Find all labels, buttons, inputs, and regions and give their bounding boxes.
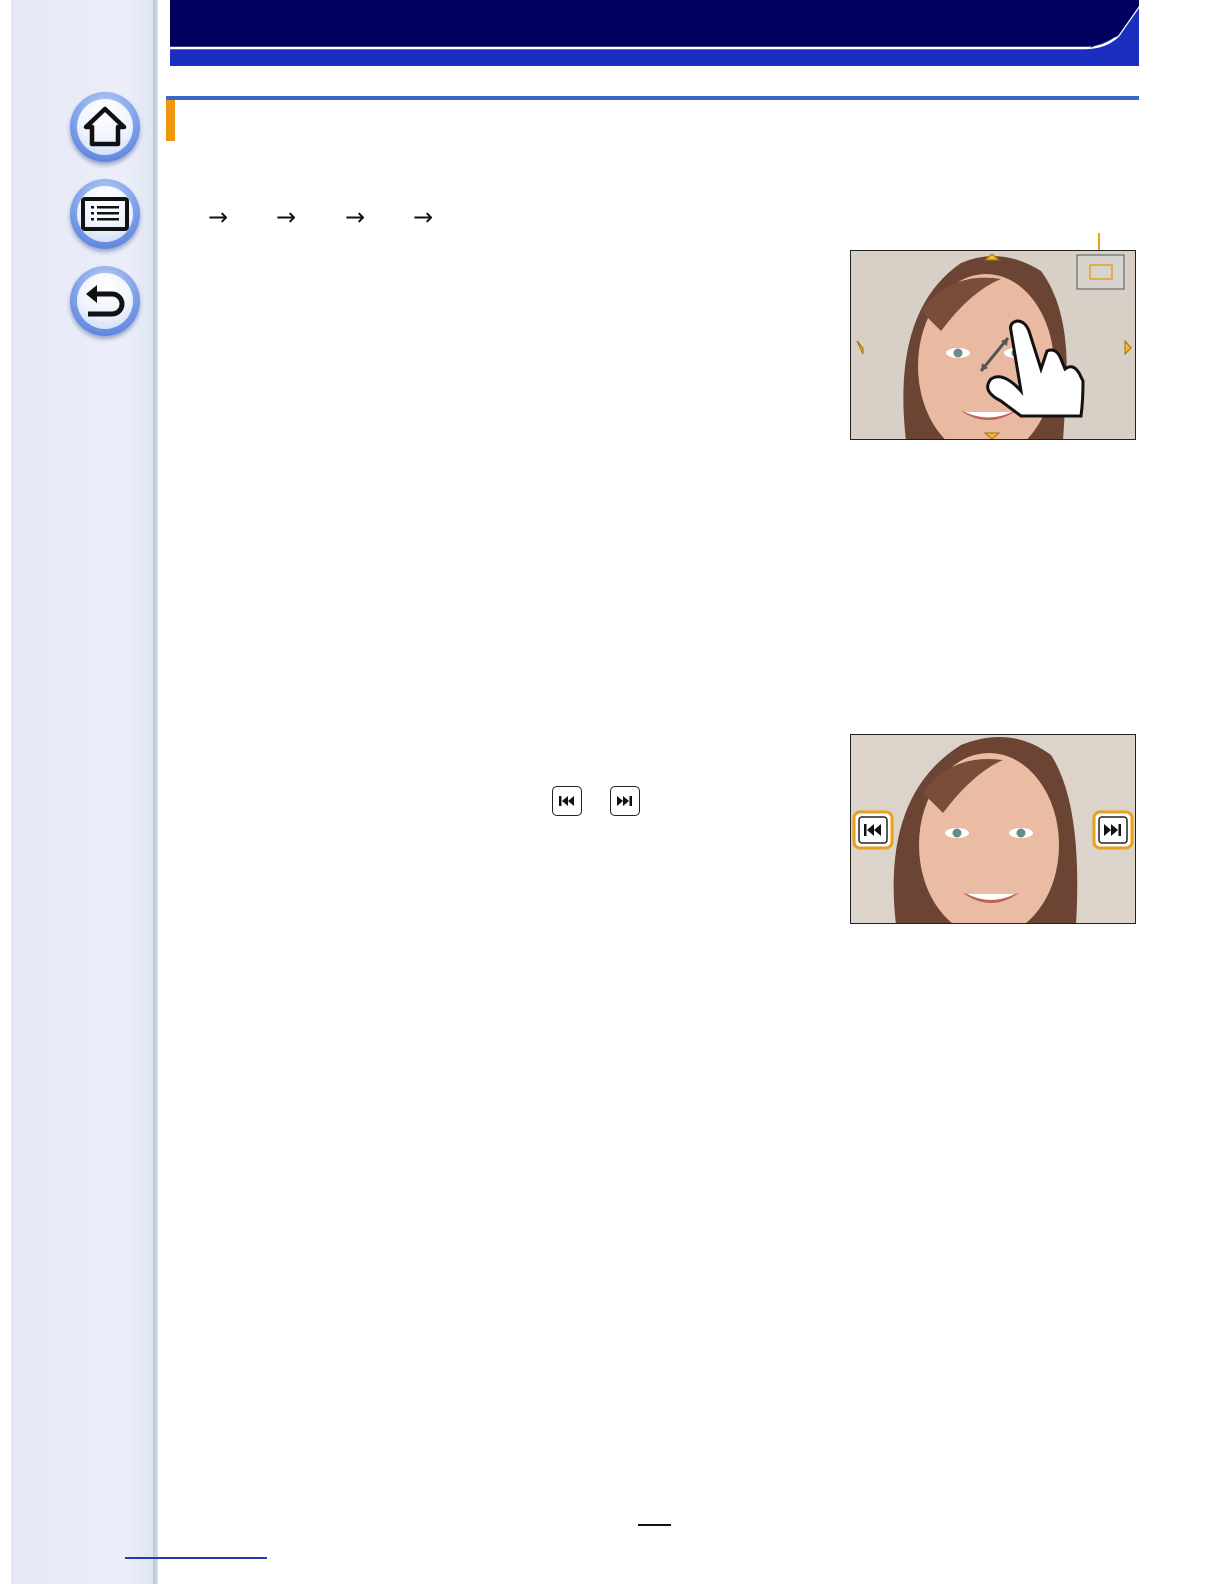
back-button[interactable] — [70, 266, 140, 336]
section-title-rule — [166, 96, 1139, 100]
page-number-rule — [638, 1524, 671, 1526]
contents-button[interactable] — [70, 179, 140, 249]
return-arrow-icon — [86, 285, 125, 317]
skip-next-icon[interactable] — [1092, 810, 1134, 850]
breadcrumb-arrow: → — [345, 203, 366, 231]
skip-illustration — [850, 734, 1136, 924]
skip-previous-icon[interactable] — [852, 810, 894, 850]
home-icon — [83, 106, 127, 147]
skip-previous-key-icon — [552, 786, 582, 816]
section-title-accent — [166, 100, 175, 141]
zoom-illustration — [850, 250, 1136, 440]
sidebar-divider — [153, 0, 158, 1584]
home-button[interactable] — [70, 92, 140, 162]
header-band — [170, 0, 1139, 66]
contents-list-icon — [81, 197, 129, 231]
footer-link[interactable] — [125, 1557, 267, 1559]
breadcrumb-arrow: → — [413, 203, 434, 231]
breadcrumb-arrow: → — [276, 203, 297, 231]
breadcrumb-arrow: → — [208, 203, 229, 231]
skip-next-key-icon — [610, 786, 640, 816]
